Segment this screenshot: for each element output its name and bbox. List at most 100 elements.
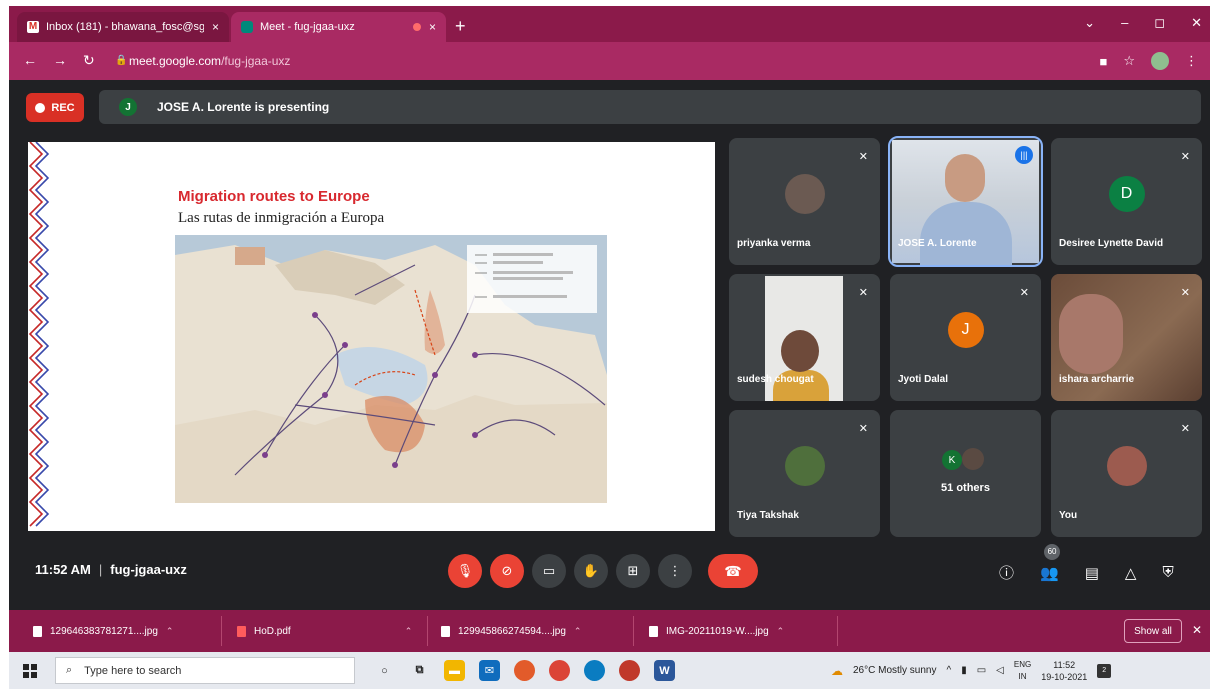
region-code: IN (1018, 671, 1027, 681)
mic-toggle-button[interactable]: 🎙 (448, 554, 482, 588)
toolbar-icons: ■ ☆ ⋮ (1099, 52, 1198, 70)
system-tray: ☁ 26°C Mostly sunny ^ ▮ ▭ ◁ ENG IN 11:52… (831, 652, 1112, 689)
taskbar-clock[interactable]: 11:52 19-10-2021 (1041, 659, 1087, 683)
mic-off-icon: ✕ (858, 287, 868, 299)
raise-hand-button[interactable]: ✋ (574, 554, 608, 588)
volume-icon[interactable]: ◁ (996, 665, 1004, 676)
participant-tile[interactable]: D ✕ Desiree Lynette David (1051, 138, 1202, 265)
participant-name: JOSE A. Lorente (898, 238, 977, 249)
participant-tile[interactable]: J ✕ Jyoti Dalal (890, 274, 1041, 401)
download-item[interactable]: HoD.pdf ⌃ (237, 610, 412, 652)
word-icon[interactable]: W (654, 660, 675, 681)
participant-initial-avatar: J (947, 311, 984, 348)
chrome-profile-icon[interactable] (619, 660, 640, 681)
chrome-icon[interactable] (549, 660, 570, 681)
star-icon[interactable]: ☆ (1123, 53, 1135, 69)
presentation-slide: Migration routes to Europe Las rutas de … (28, 142, 715, 531)
download-filename: 129945866274594....jpg (458, 625, 566, 637)
slide-title: Migration routes to Europe (178, 188, 370, 205)
present-button[interactable]: ⊞ (616, 554, 650, 588)
cortana-icon[interactable]: ○ (374, 660, 395, 681)
file-icon (441, 625, 450, 637)
task-view-icon[interactable]: ⧉ (409, 660, 430, 681)
tab-title: Inbox (181) - bhawana_fosc@sgt (46, 21, 204, 33)
firefox-icon[interactable] (514, 660, 535, 681)
presenting-text: JOSE A. Lorente is presenting (157, 100, 330, 114)
recording-badge[interactable]: REC (26, 93, 84, 122)
mic-off-icon: 🎙 (456, 563, 474, 578)
participant-tile[interactable]: ✕ Tiya Takshak (729, 410, 880, 537)
chat-icon[interactable]: ▤ (1085, 564, 1099, 582)
battery-icon[interactable]: ▭ (977, 665, 986, 676)
participant-tile[interactable]: ✕ priyanka verma (729, 138, 880, 265)
edge-icon[interactable] (584, 660, 605, 681)
tab-meet[interactable]: Meet - fug-jgaa-uxz × (231, 12, 446, 42)
participant-name: Desiree Lynette David (1059, 238, 1164, 249)
url-field[interactable]: 🔒 meet.google.com/fug-jgaa-uxz (113, 49, 1073, 73)
tab-title: Meet - fug-jgaa-uxz (260, 21, 355, 33)
mail-icon[interactable]: ✉ (479, 660, 500, 681)
download-item[interactable]: 129945866274594....jpg ⌃ (441, 610, 581, 652)
captions-icon: ▭ (542, 563, 556, 578)
close-tab-icon[interactable]: × (212, 20, 219, 34)
close-shelf-icon[interactable]: ✕ (1192, 623, 1202, 637)
file-explorer-icon[interactable]: ▬ (444, 660, 465, 681)
download-filename: HoD.pdf (254, 625, 291, 637)
others-tile[interactable]: K 51 others (890, 410, 1041, 537)
close-window-button[interactable]: ✕ (1191, 15, 1202, 31)
menu-icon[interactable]: ⋮ (1185, 53, 1198, 69)
network-icon[interactable]: ▮ (961, 665, 967, 676)
host-controls-icon[interactable]: ⛨ (1162, 564, 1173, 581)
search-icon: ⌕ (66, 664, 73, 676)
tab-gmail[interactable]: M Inbox (181) - bhawana_fosc@sgt × (17, 12, 229, 42)
download-item[interactable]: 129646383781271....jpg ⌃ (33, 610, 173, 652)
maximize-button[interactable]: ◻ (1154, 15, 1165, 31)
language-code: ENG (1013, 659, 1032, 669)
file-icon (33, 625, 42, 637)
download-item[interactable]: IMG-20211019-W....jpg ⌃ (649, 610, 784, 652)
forward-icon[interactable]: → (53, 52, 67, 69)
tray-overflow-icon[interactable]: ^ (946, 665, 951, 676)
reload-icon[interactable]: ↻ (83, 52, 95, 69)
participant-tile-active[interactable]: ||| JOSE A. Lorente (888, 136, 1043, 267)
captions-button[interactable]: ▭ (532, 554, 566, 588)
more-icon: ⋮ (668, 563, 682, 578)
more-options-button[interactable]: ⋮ (658, 554, 692, 588)
camera-icon[interactable]: ■ (1099, 54, 1107, 69)
close-tab-icon[interactable]: × (429, 20, 436, 34)
chevron-up-icon[interactable]: ⌃ (777, 626, 785, 637)
decorative-border (28, 142, 50, 527)
tab-search-icon[interactable]: ⌄ (1084, 15, 1095, 31)
taskbar-search[interactable]: ⌕ Type here to search (55, 657, 355, 684)
end-call-button[interactable]: ☎ (708, 554, 758, 588)
mic-off-icon: ✕ (858, 423, 868, 435)
people-count-badge: 60 (1044, 543, 1061, 560)
people-button[interactable]: 60 👥 (1040, 543, 1061, 582)
url-path: /fug-jgaa-uxz (221, 54, 291, 68)
window-controls: ⌄ – ◻ ✕ (1084, 15, 1202, 31)
divider (427, 616, 428, 646)
profile-avatar[interactable] (1151, 52, 1169, 70)
participant-body (920, 202, 1012, 265)
recording-indicator-icon (412, 23, 421, 31)
minimize-button[interactable]: – (1121, 15, 1128, 31)
language-indicator[interactable]: ENG IN (1014, 659, 1031, 683)
participant-tile[interactable]: ✕ sudesh chougat (729, 274, 880, 401)
participant-tile[interactable]: ✕ ishara archarrie (1051, 274, 1202, 401)
chevron-up-icon[interactable]: ⌃ (574, 626, 582, 637)
new-tab-button[interactable]: + (455, 16, 466, 37)
presenter-avatar: J (119, 98, 137, 116)
show-all-button[interactable]: Show all (1124, 619, 1182, 643)
camera-toggle-button[interactable]: ⊘ (490, 554, 524, 588)
pinned-apps: ○ ⧉ ▬ ✉ W (374, 660, 675, 681)
windows-start-icon[interactable] (23, 664, 37, 678)
activities-icon[interactable]: △ (1125, 564, 1137, 582)
back-icon[interactable]: ← (23, 52, 37, 69)
info-icon[interactable]: ⓘ (999, 562, 1014, 583)
notifications-icon[interactable]: 2 (1097, 663, 1112, 678)
weather-text[interactable]: 26°C Mostly sunny (853, 665, 936, 676)
chevron-up-icon[interactable]: ⌃ (405, 626, 413, 637)
chevron-up-icon[interactable]: ⌃ (166, 626, 174, 637)
participant-name: Tiya Takshak (737, 510, 799, 521)
self-tile[interactable]: ✕ You (1051, 410, 1202, 537)
